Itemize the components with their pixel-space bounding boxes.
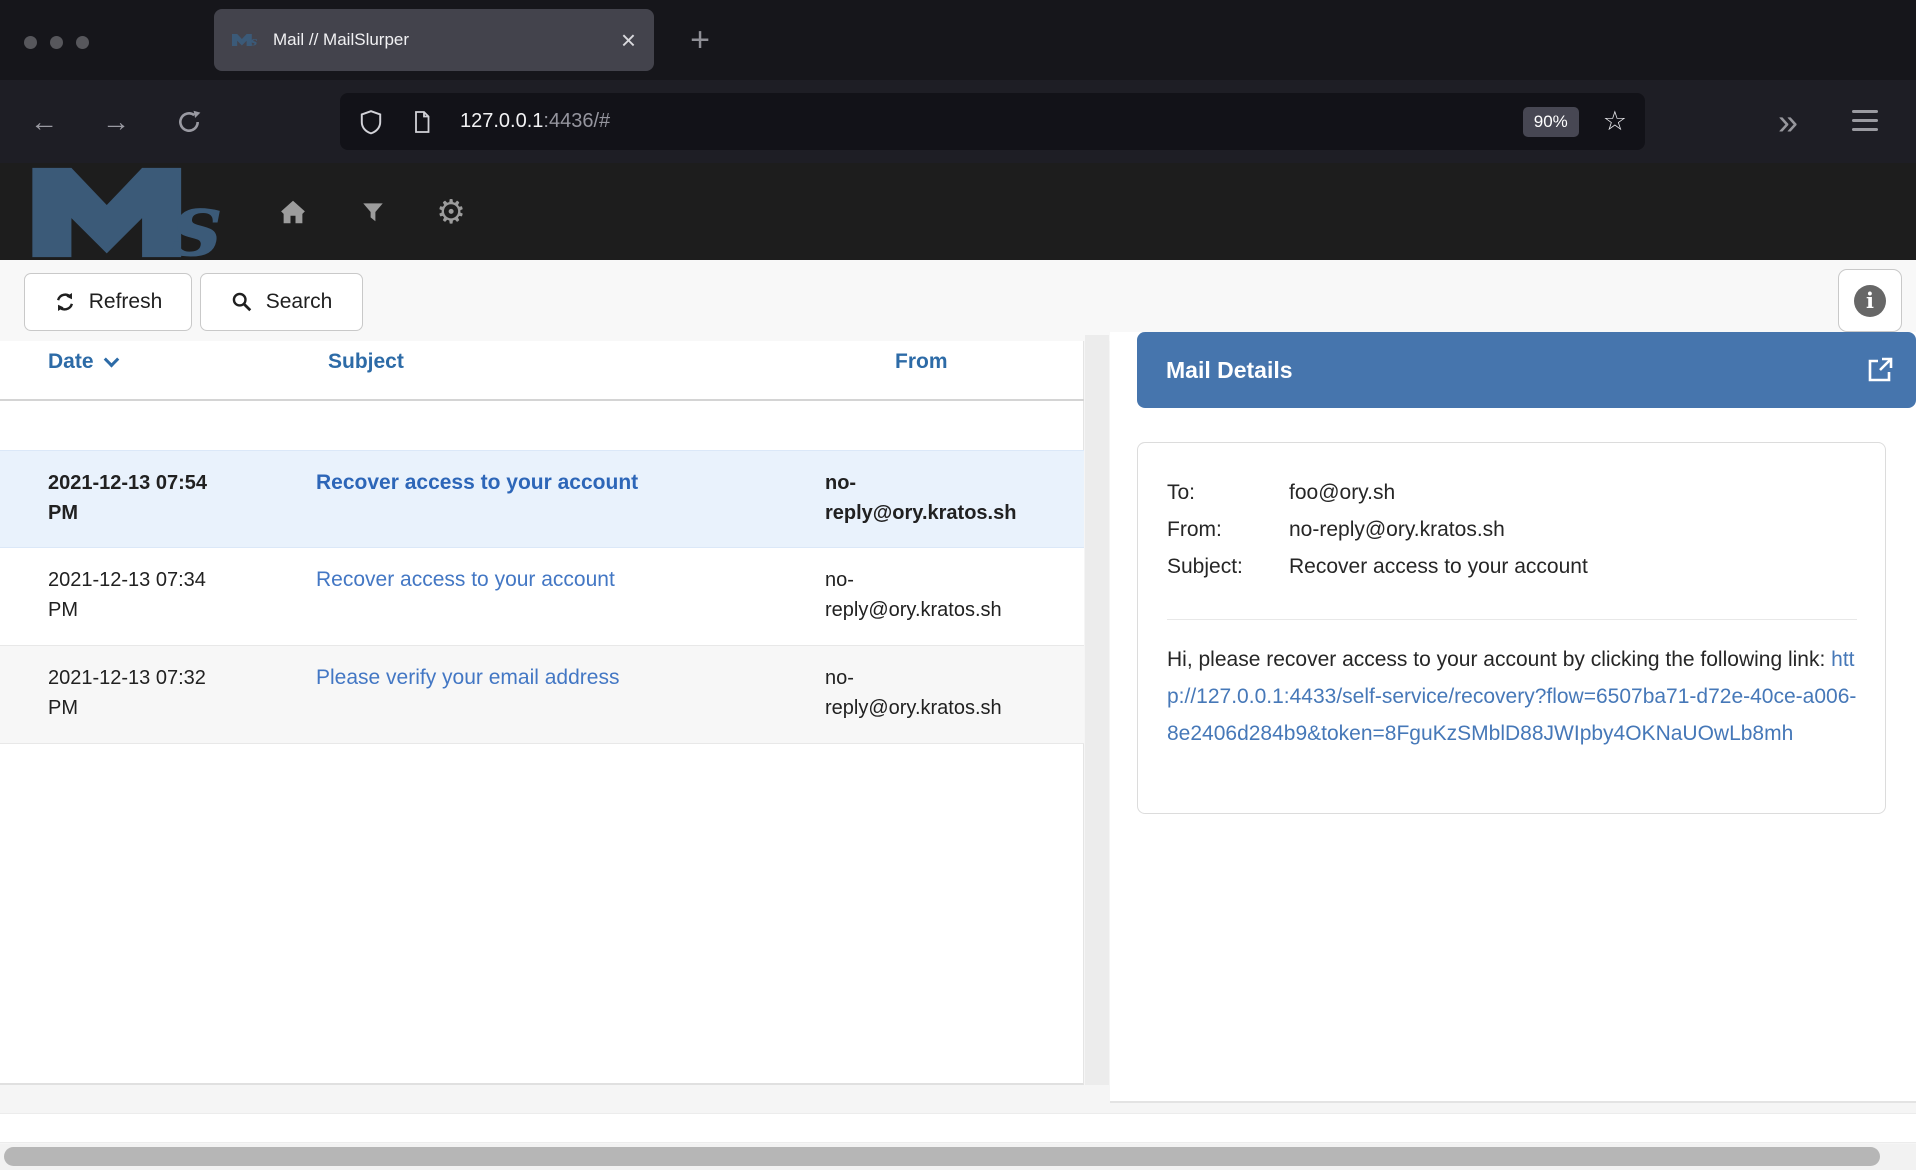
mail-list-row[interactable]: 2021-12-13 07:32PM Please verify your em… bbox=[0, 646, 1084, 744]
scrollbar-thumb[interactable] bbox=[4, 1147, 1880, 1166]
filter-button[interactable] bbox=[343, 163, 403, 260]
sort-chevron-down-icon bbox=[103, 352, 119, 368]
mail-date: 2021-12-13 07:34PM bbox=[0, 548, 300, 645]
window-controls[interactable] bbox=[24, 36, 89, 49]
svg-text:s: s bbox=[251, 35, 258, 48]
mail-details-header: Mail Details bbox=[1137, 332, 1916, 408]
search-button[interactable]: Search bbox=[200, 273, 363, 331]
mail-from: no-reply@ory.kratos.sh bbox=[815, 451, 1084, 547]
gear-icon: ⚙ bbox=[436, 192, 466, 231]
mail-date: 2021-12-13 07:54PM bbox=[0, 451, 300, 547]
column-header-subject[interactable]: Subject bbox=[328, 350, 404, 374]
mail-subject-link[interactable]: Recover access to your account bbox=[316, 568, 615, 591]
header-divider bbox=[0, 399, 1084, 401]
mail-details-panel: Mail Details To:foo@ory.sh From:no-reply… bbox=[1110, 332, 1916, 1103]
favicon-mailslurper-icon: s bbox=[232, 32, 258, 48]
info-button[interactable]: i bbox=[1838, 269, 1902, 332]
reload-icon bbox=[176, 109, 202, 135]
card-divider bbox=[1167, 619, 1857, 620]
mailslurper-navbar: s ⚙ bbox=[0, 163, 1916, 260]
page-info-icon[interactable] bbox=[410, 108, 434, 136]
tab-strip: s Mail // MailSlurper × + bbox=[0, 0, 1916, 80]
mail-list-row[interactable]: 2021-12-13 07:54PM Recover access to you… bbox=[0, 450, 1084, 548]
back-button[interactable]: ← bbox=[18, 80, 70, 163]
hamburger-menu-icon[interactable] bbox=[1852, 110, 1878, 131]
action-toolbar: Refresh Search i bbox=[0, 260, 1916, 341]
browser-tab[interactable]: s Mail // MailSlurper × bbox=[214, 9, 654, 71]
field-to: To:foo@ory.sh bbox=[1167, 474, 1855, 511]
browser-toolbar: ← → 127.0.0.1:4436/# 90% ☆ » bbox=[0, 80, 1916, 163]
url-bar[interactable]: 127.0.0.1:4436/# 90% ☆ bbox=[340, 93, 1645, 150]
settings-button[interactable]: ⚙ bbox=[421, 163, 481, 260]
new-tab-button[interactable]: + bbox=[678, 18, 722, 62]
mail-date: 2021-12-13 07:32PM bbox=[0, 646, 300, 743]
refresh-icon bbox=[54, 291, 76, 313]
field-from: From:no-reply@ory.kratos.sh bbox=[1167, 511, 1855, 548]
bookmark-star-icon[interactable]: ☆ bbox=[1603, 106, 1627, 137]
horizontal-scrollbar[interactable] bbox=[0, 1144, 1916, 1170]
url-host: 127.0.0.1 bbox=[460, 110, 543, 132]
home-icon bbox=[278, 197, 308, 227]
logo-s: s bbox=[171, 172, 222, 259]
field-subject: Subject:Recover access to your account bbox=[1167, 548, 1855, 585]
browser-window: s Mail // MailSlurper × + ← → 127.0.0.1:… bbox=[0, 0, 1916, 1170]
mailslurper-logo: s bbox=[32, 166, 228, 259]
home-button[interactable] bbox=[263, 163, 323, 260]
mail-subject-link[interactable]: Please verify your email address bbox=[316, 666, 619, 689]
mail-details-title: Mail Details bbox=[1166, 357, 1864, 384]
list-scrollbar-gutter[interactable] bbox=[1085, 335, 1109, 1085]
mail-from: no-reply@ory.kratos.sh bbox=[815, 548, 1084, 645]
url-text[interactable]: 127.0.0.1:4436/# bbox=[460, 110, 610, 133]
mail-list-row[interactable]: 2021-12-13 07:34PM Recover access to you… bbox=[0, 548, 1084, 646]
mail-body-text: Hi, please recover access to your accoun… bbox=[1167, 648, 1831, 671]
tab-title: Mail // MailSlurper bbox=[273, 30, 621, 50]
footer-band bbox=[0, 1113, 1916, 1143]
tab-close-icon[interactable]: × bbox=[621, 27, 636, 53]
column-header-from[interactable]: From bbox=[895, 350, 948, 374]
url-path: :4436/# bbox=[543, 110, 610, 132]
shield-icon[interactable] bbox=[358, 108, 384, 136]
forward-button[interactable]: → bbox=[90, 80, 142, 163]
mail-subject-link[interactable]: Recover access to your account bbox=[316, 471, 638, 494]
mail-list-panel: Date Subject From 2021-12-13 07:54PM Rec… bbox=[0, 341, 1084, 1085]
filter-icon bbox=[360, 199, 386, 225]
open-external-icon[interactable] bbox=[1864, 354, 1896, 386]
refresh-button[interactable]: Refresh bbox=[24, 273, 192, 331]
mail-details-card: To:foo@ory.sh From:no-reply@ory.kratos.s… bbox=[1137, 442, 1886, 814]
mail-body: Hi, please recover access to your accoun… bbox=[1167, 641, 1857, 752]
search-icon bbox=[231, 291, 253, 313]
refresh-label: Refresh bbox=[89, 290, 163, 314]
mailslurper-page: Refresh Search i Date Subject From 2021-… bbox=[0, 260, 1916, 1170]
overflow-menu-icon[interactable]: » bbox=[1778, 80, 1798, 163]
zoom-level-badge[interactable]: 90% bbox=[1523, 107, 1579, 137]
search-label: Search bbox=[266, 290, 333, 314]
column-header-date[interactable]: Date bbox=[48, 350, 117, 374]
reload-button[interactable] bbox=[163, 80, 215, 163]
info-icon: i bbox=[1854, 285, 1886, 317]
mail-from: no-reply@ory.kratos.sh bbox=[815, 646, 1084, 743]
